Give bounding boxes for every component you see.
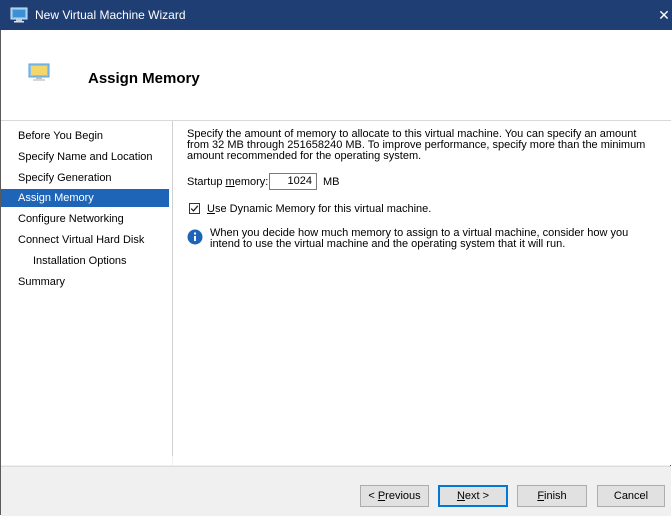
memory-page-icon — [28, 63, 50, 81]
dynamic-memory-label[interactable]: Use Dynamic Memory for this virtual mach… — [207, 203, 431, 215]
info-icon — [187, 229, 203, 245]
wizard-footer: < Previous Next > Finish Cancel — [1, 466, 671, 516]
startup-memory-input[interactable]: 1024 — [269, 173, 317, 190]
memory-unit-label: MB — [323, 176, 340, 188]
hyperv-vm-icon — [10, 7, 28, 23]
finish-button[interactable]: Finish — [517, 485, 587, 507]
sidebar-item-configure-networking[interactable]: Configure Networking — [1, 210, 169, 228]
content-pane: Specify the amount of memory to allocate… — [173, 121, 671, 465]
dynamic-memory-checkbox[interactable] — [189, 203, 200, 214]
title-bar: New Virtual Machine Wizard ✕ — [0, 0, 672, 30]
sidebar-item-before-you-begin[interactable]: Before You Begin — [1, 127, 169, 145]
sidebar-item-specify-generation[interactable]: Specify Generation — [1, 169, 169, 187]
previous-button[interactable]: < Previous — [360, 485, 429, 507]
sidebar-item-specify-name-and-location[interactable]: Specify Name and Location — [1, 148, 169, 166]
wizard-steps-sidebar: Before You Begin Specify Name and Locati… — [1, 121, 173, 465]
checkmark-icon — [190, 205, 199, 212]
memory-info-text: When you decide how much memory to assig… — [210, 227, 629, 250]
close-button[interactable]: ✕ — [656, 0, 672, 30]
startup-memory-label: Startup memory: — [187, 176, 269, 188]
page-title: Assign Memory — [88, 70, 200, 87]
sidebar-item-assign-memory[interactable]: Assign Memory — [1, 189, 169, 207]
memory-description: Specify the amount of memory to allocate… — [187, 128, 646, 162]
sidebar-item-connect-virtual-hard-disk[interactable]: Connect Virtual Hard Disk — [1, 231, 169, 249]
sidebar-item-installation-options[interactable]: Installation Options — [1, 252, 169, 270]
next-button[interactable]: Next > — [438, 485, 508, 507]
cancel-button[interactable]: Cancel — [597, 485, 665, 507]
wizard-header: Assign Memory — [1, 30, 671, 121]
window-title: New Virtual Machine Wizard — [35, 8, 186, 22]
sidebar-item-summary[interactable]: Summary — [1, 273, 169, 291]
